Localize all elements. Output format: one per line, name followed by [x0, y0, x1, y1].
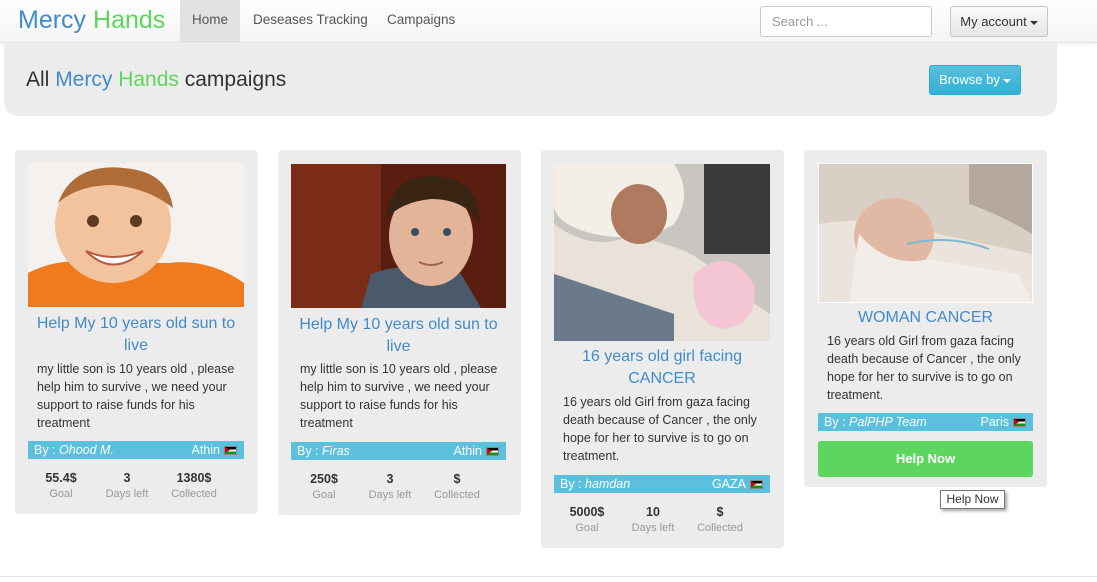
browse-by-label: Browse by: [939, 72, 1000, 87]
brand-part2: Hands: [93, 6, 166, 34]
location-label: GAZA: [711, 477, 746, 491]
location-label: Paris: [980, 415, 1009, 429]
author: By : PalPHP Team: [824, 413, 927, 431]
collected-label: Collected: [434, 489, 480, 501]
browse-by-button[interactable]: Browse by: [929, 65, 1021, 95]
author-name[interactable]: hamdan: [585, 477, 630, 491]
collected-label: Collected: [697, 522, 743, 534]
author-name[interactable]: Firas: [322, 444, 350, 458]
caret-down-icon: [1029, 20, 1038, 25]
collected-value: 1380$: [176, 471, 212, 485]
palestine-flag-icon: [224, 446, 237, 456]
caret-down-icon: [1002, 78, 1011, 83]
campaign-image[interactable]: [554, 164, 770, 341]
brand-logo[interactable]: Mercy Hands: [18, 6, 165, 34]
campaign-card: Help My 10 years old sun to live my litt…: [15, 150, 258, 514]
page-title: All Mercy Hands campaigns: [26, 68, 286, 92]
days-value: 10: [646, 505, 660, 519]
days-value: 3: [386, 472, 394, 486]
location-label: Athin: [191, 443, 221, 457]
campaign-description: my little son is 10 years old , please h…: [300, 362, 498, 430]
campaign-card: WOMAN CANCER 16 years old Girl from gaza…: [804, 150, 1047, 487]
goal-label: Goal: [575, 522, 599, 534]
campaign-description: 16 years old Girl from gaza facing death…: [827, 334, 1021, 402]
campaign-title[interactable]: 16 years old girl facing CANCER: [554, 346, 770, 390]
collected-stat: $ Collected: [690, 504, 750, 536]
my-account-dropdown[interactable]: My account: [950, 6, 1048, 37]
days-stat: 10 Days left: [623, 504, 683, 536]
campaign-description: 16 years old Girl from gaza facing death…: [563, 395, 757, 463]
palestine-flag-icon: [750, 480, 763, 490]
campaign-title[interactable]: Help My 10 years old sun to live: [28, 313, 244, 357]
campaign-byline: By : Firas Athin: [291, 442, 506, 460]
location: Athin: [453, 442, 499, 460]
by-prefix: By :: [34, 443, 56, 457]
location: Paris: [981, 413, 1026, 431]
goal-value: 55.4$: [45, 471, 77, 485]
by-prefix: By :: [824, 415, 846, 429]
collected-stat: $ Collected: [427, 471, 487, 503]
campaign-image[interactable]: [28, 163, 244, 307]
title-prefix: All: [26, 68, 50, 91]
campaign-image[interactable]: [818, 163, 1033, 303]
by-prefix: By :: [297, 444, 319, 458]
by-prefix: By :: [560, 477, 582, 491]
search-input[interactable]: Search ...: [760, 6, 932, 37]
location-label: Athin: [453, 444, 483, 458]
my-account-label: My account: [960, 14, 1027, 29]
collected-stat: 1380$ Collected: [164, 470, 224, 502]
goal-stat: 5000$ Goal: [557, 504, 617, 536]
divider: [0, 576, 1097, 577]
goal-label: Goal: [49, 488, 73, 500]
campaign-image[interactable]: [291, 164, 506, 308]
nav-deseases-tracking[interactable]: Deseases Tracking: [240, 0, 381, 42]
author-name[interactable]: Ohood M.: [59, 443, 114, 457]
navbar: Mercy Hands Home Deseases Tracking Campa…: [0, 0, 1097, 43]
campaign-description: my little son is 10 years old , please h…: [37, 362, 235, 430]
campaign-title[interactable]: WOMAN CANCER: [818, 307, 1033, 329]
days-stat: 3 Days left: [360, 471, 420, 503]
palestine-flag-icon: [1013, 418, 1026, 428]
nav-home[interactable]: Home: [180, 0, 240, 42]
campaign-byline: By : Ohood M. Athin: [28, 441, 244, 459]
title-brand2: Hands: [118, 68, 179, 91]
goal-value: 250$: [310, 472, 338, 486]
author-name[interactable]: PalPHP Team: [849, 415, 927, 429]
palestine-flag-icon: [486, 447, 499, 457]
title-brand1: Mercy: [55, 68, 113, 91]
campaign-card: Help My 10 years old sun to live my litt…: [278, 150, 521, 515]
location: GAZA: [712, 475, 763, 493]
days-value: 3: [123, 471, 131, 485]
days-label: Days left: [631, 522, 675, 534]
goal-value: 5000$: [569, 505, 605, 519]
page-header: All Mercy Hands campaigns Browse by: [4, 44, 1057, 116]
campaign-byline: By : PalPHP Team Paris: [818, 413, 1033, 431]
days-label: Days left: [105, 488, 149, 500]
author: By : Firas: [297, 442, 350, 460]
location: Athin: [191, 441, 237, 459]
days-stat: 3 Days left: [97, 470, 157, 502]
collected-value: $: [453, 472, 461, 486]
campaign-byline: By : hamdan GAZA: [554, 475, 770, 493]
days-label: Days left: [368, 489, 412, 501]
help-now-button[interactable]: Help Now: [818, 441, 1033, 477]
collected-label: Collected: [171, 488, 217, 500]
title-suffix: campaigns: [184, 68, 287, 91]
author: By : hamdan: [560, 475, 630, 493]
campaign-title[interactable]: Help My 10 years old sun to live: [291, 314, 506, 358]
goal-stat: 250$ Goal: [294, 471, 354, 503]
brand-part1: Mercy: [18, 6, 87, 34]
campaign-card: 16 years old girl facing CANCER 16 years…: [541, 150, 784, 548]
nav-campaigns[interactable]: Campaigns: [374, 0, 468, 42]
goal-stat: 55.4$ Goal: [31, 470, 91, 502]
author: By : Ohood M.: [34, 441, 114, 459]
collected-value: $: [716, 505, 724, 519]
help-now-tooltip: Help Now: [940, 490, 1005, 509]
goal-label: Goal: [312, 489, 336, 501]
